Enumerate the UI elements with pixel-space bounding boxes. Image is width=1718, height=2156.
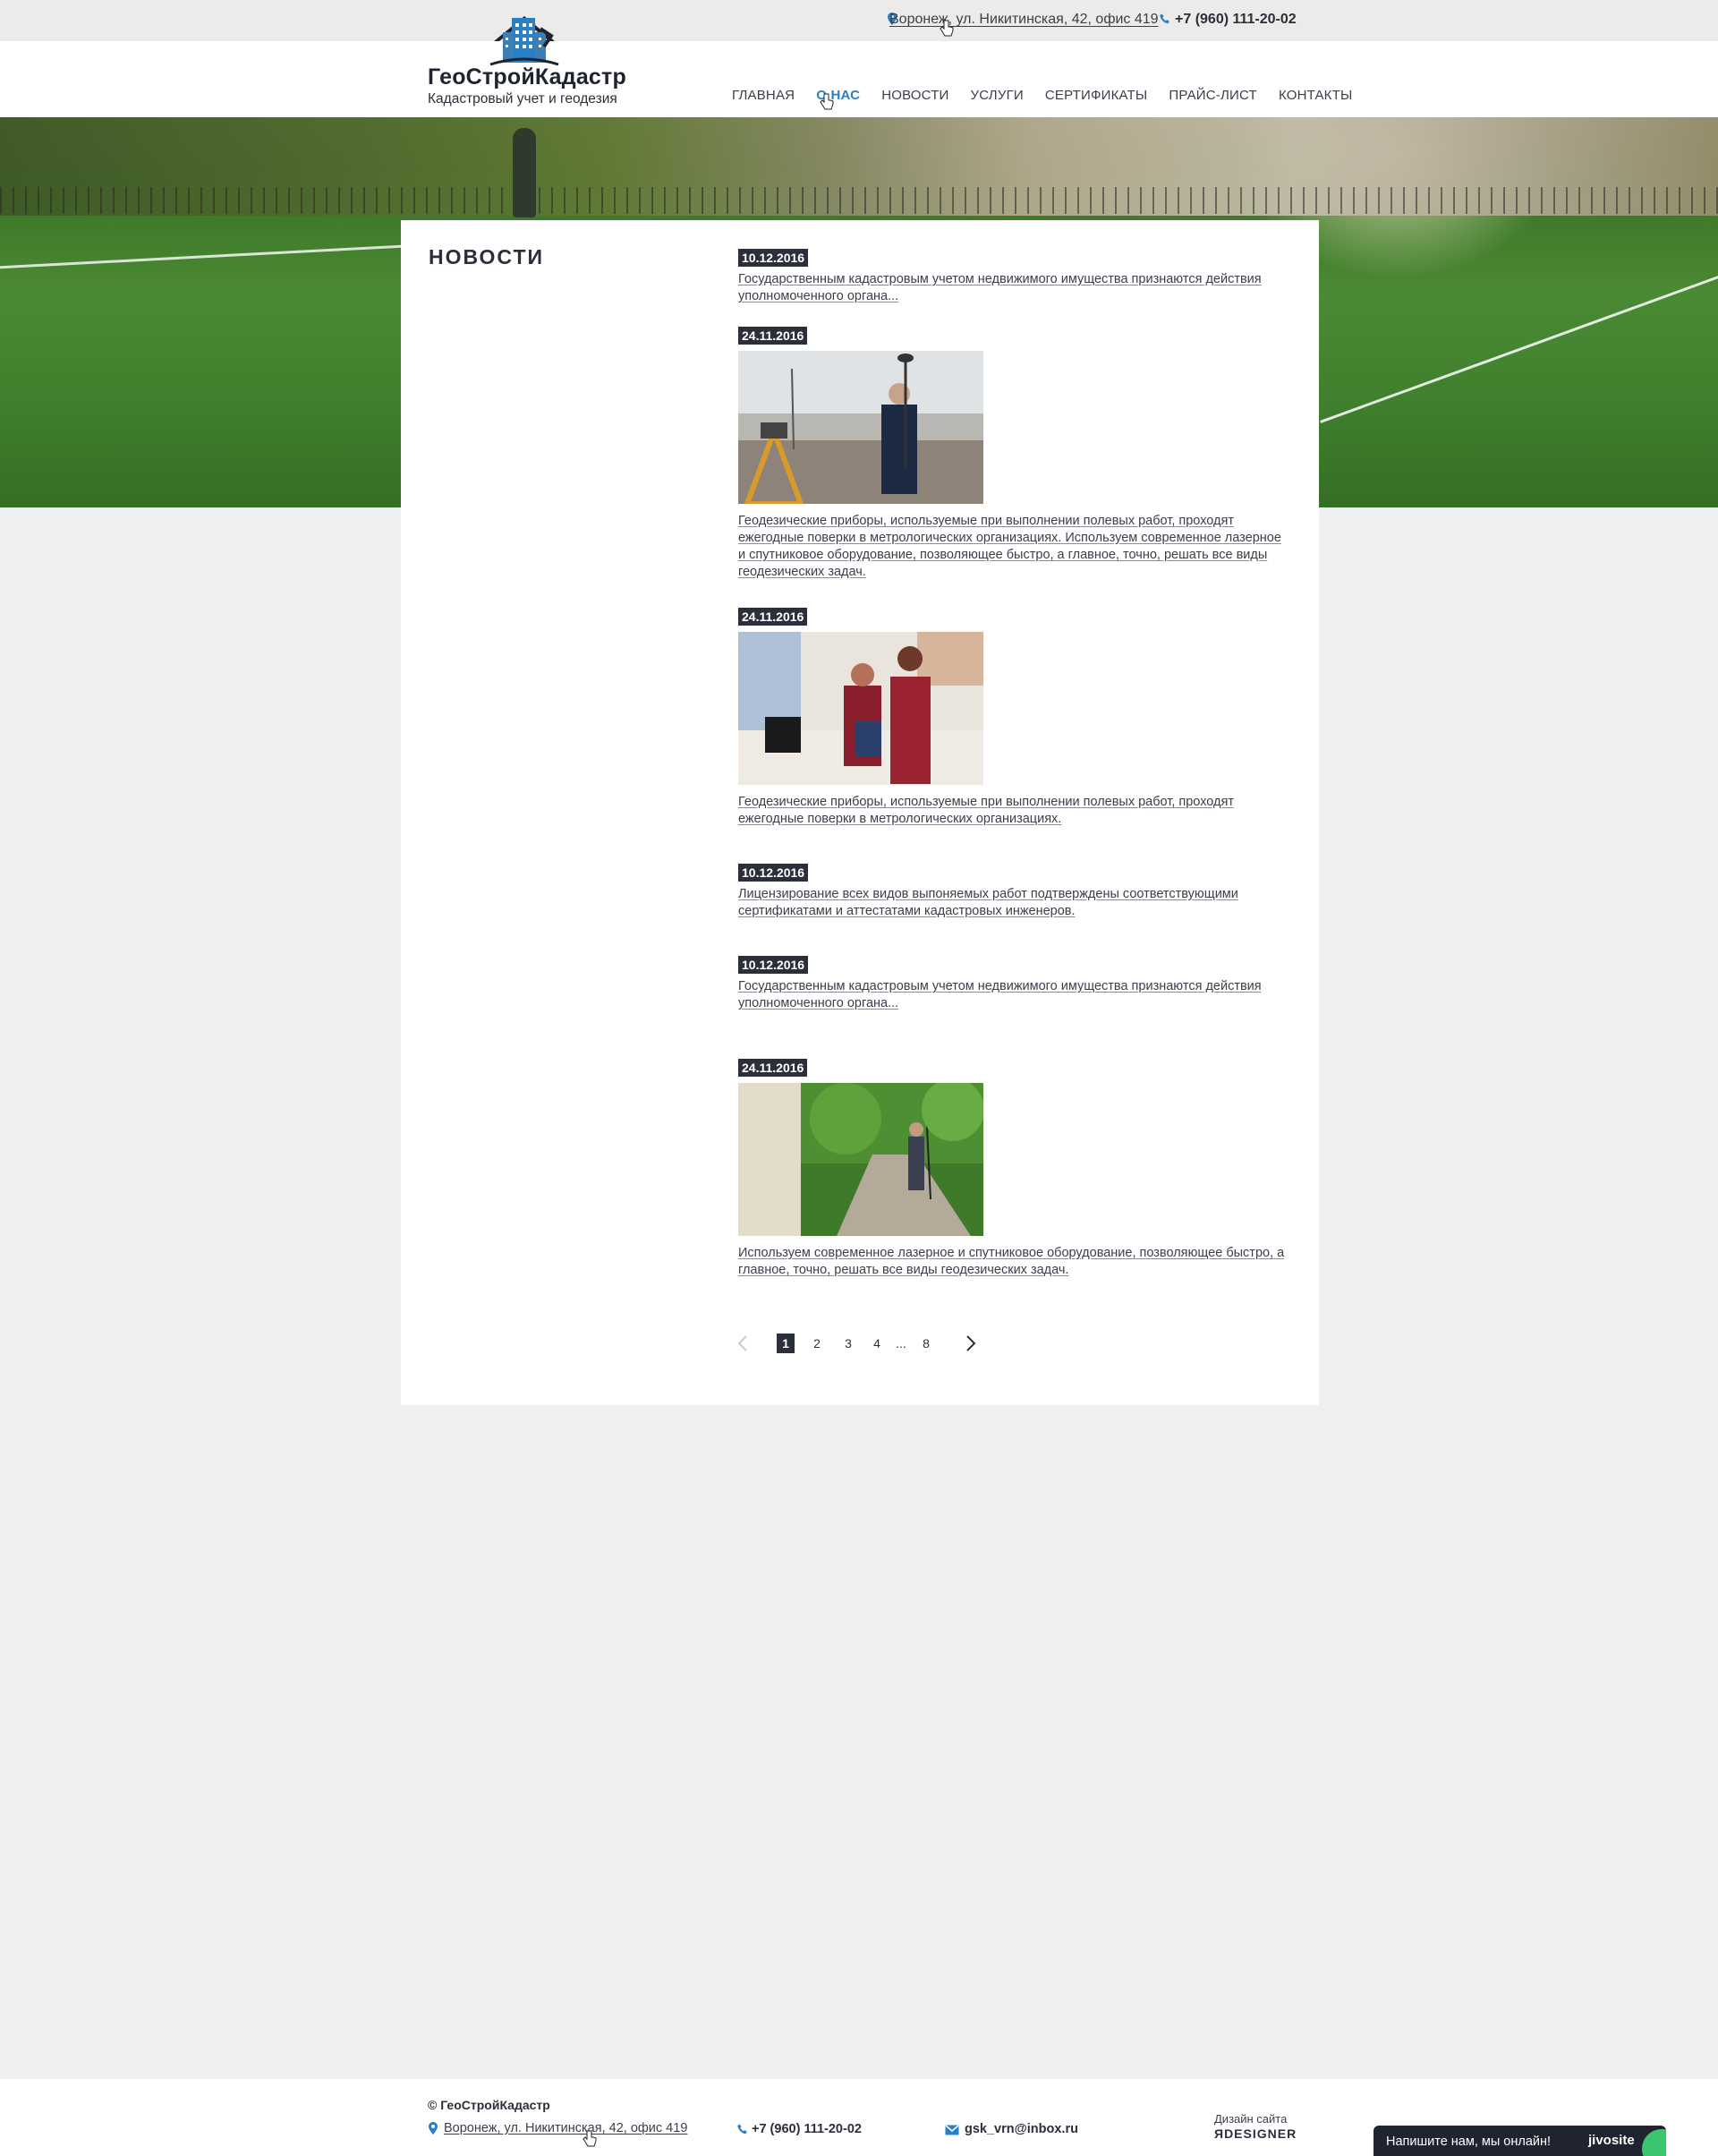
pagination-page[interactable]: 2 — [808, 1334, 826, 1353]
pagination: 1 2 3 4 ... 8 — [736, 1334, 1005, 1355]
news-text-link[interactable]: Лицензирование всех видов выпоняемых раб… — [738, 886, 1289, 920]
mail-icon — [945, 2125, 959, 2135]
chat-message: Напишите нам, мы онлайн! — [1386, 2135, 1552, 2149]
news-date: 10.12.2016 — [738, 956, 809, 974]
nav-item-home[interactable]: ГЛАВНАЯ — [732, 88, 795, 103]
news-date: 24.11.2016 — [738, 327, 808, 345]
chat-status-indicator — [1642, 2129, 1666, 2156]
logo-name: ГеоСтройКадастр — [428, 64, 626, 89]
top-bar: Воронеж, ул. Никитинская, 42, офис 419 +… — [0, 0, 1718, 41]
header-address-link[interactable]: Воронеж, ул. Никитинская, 42, офис 419 — [889, 12, 1159, 28]
nav-item-contacts[interactable]: КОНТАКТЫ — [1279, 88, 1353, 103]
news-item: 10.12.2016 Государственным кадастровым у… — [738, 249, 1289, 305]
news-text-link[interactable]: Государственным кадастровым учетом недви… — [738, 271, 1289, 305]
news-item: 24.11.2016 Геодезические приборы, исполь… — [738, 327, 1289, 581]
pagination-page[interactable]: 3 — [839, 1334, 857, 1353]
pagination-ellipsis: ... — [896, 1336, 906, 1351]
news-photo-office[interactable] — [738, 632, 983, 785]
pagination-prev-icon[interactable] — [736, 1334, 749, 1353]
hero-surveyor — [513, 128, 536, 217]
news-item: 24.11.2016 Используем современное лазерн… — [738, 1059, 1289, 1279]
pagination-page[interactable]: 1 — [777, 1334, 795, 1353]
news-photo-street-survey[interactable] — [738, 1083, 983, 1236]
news-date: 10.12.2016 — [738, 249, 809, 267]
chat-brand: jivosite — [1588, 2133, 1635, 2148]
header-phone[interactable]: +7 (960) 111-20-02 — [1175, 12, 1297, 28]
logo[interactable]: ГеоСтройКадастр Кадастровый учет и геоде… — [426, 5, 641, 113]
news-photo-field-survey[interactable] — [738, 351, 983, 504]
news-date: 24.11.2016 — [738, 1059, 808, 1077]
hero-fence — [0, 187, 1718, 214]
location-pin-icon — [429, 2122, 438, 2135]
news-item: 24.11.2016 Геодезические приборы, исполь… — [738, 608, 1289, 828]
footer-address-link[interactable]: Воронеж, ул. Никитинская, 42, офис 419 — [444, 2121, 687, 2135]
footer-phone[interactable]: +7 (960) 111-20-02 — [752, 2122, 862, 2136]
building-logo-icon — [489, 16, 559, 66]
news-text-link[interactable]: Государственным кадастровым учетом недви… — [738, 978, 1289, 1012]
hero-field-line — [1320, 261, 1718, 423]
news-date: 24.11.2016 — [738, 608, 808, 626]
news-text-link[interactable]: Геодезические приборы, используемые при … — [738, 794, 1289, 828]
phone-icon — [737, 2124, 747, 2135]
design-credit-brand[interactable]: ЯDESIGNER — [1214, 2126, 1297, 2141]
chat-widget[interactable]: Напишите нам, мы онлайн! jivosite — [1374, 2126, 1666, 2156]
hand-cursor-icon — [940, 20, 954, 37]
page-title: НОВОСТИ — [429, 245, 545, 268]
news-list: 10.12.2016 Государственным кадастровым у… — [738, 249, 1289, 1279]
news-text-link[interactable]: Используем современное лазерное и спутни… — [738, 1245, 1289, 1279]
content-card: НОВОСТИ 10.12.2016 Государственным кадас… — [401, 220, 1319, 1405]
nav-item-services[interactable]: УСЛУГИ — [971, 88, 1024, 103]
design-credit-label: Дизайн сайта — [1214, 2112, 1288, 2126]
pagination-page[interactable]: 8 — [917, 1334, 935, 1353]
nav-item-certificates[interactable]: СЕРТИФИКАТЫ — [1045, 88, 1148, 103]
logo-tagline: Кадастровый учет и геодезия — [428, 91, 617, 107]
news-text-link[interactable]: Геодезические приборы, используемые при … — [738, 513, 1289, 581]
nav-item-news[interactable]: НОВОСТИ — [881, 88, 948, 103]
hand-cursor-icon — [820, 93, 834, 110]
hand-cursor-icon — [583, 2130, 597, 2147]
footer-copyright: © ГеоСтройКадастр — [428, 2098, 550, 2112]
news-date: 10.12.2016 — [738, 864, 809, 882]
news-item: 10.12.2016 Лицензирование всех видов вып… — [738, 864, 1289, 920]
news-item: 10.12.2016 Государственным кадастровым у… — [738, 956, 1289, 1012]
phone-icon — [1160, 13, 1169, 24]
nav-item-pricelist[interactable]: ПРАЙС-ЛИСТ — [1169, 88, 1257, 103]
pagination-next-icon[interactable] — [965, 1334, 977, 1353]
pagination-page[interactable]: 4 — [868, 1334, 886, 1353]
header: ГеоСтройКадастр Кадастровый учет и геоде… — [0, 16, 1718, 117]
footer-email[interactable]: gsk_vrn@inbox.ru — [965, 2122, 1078, 2136]
